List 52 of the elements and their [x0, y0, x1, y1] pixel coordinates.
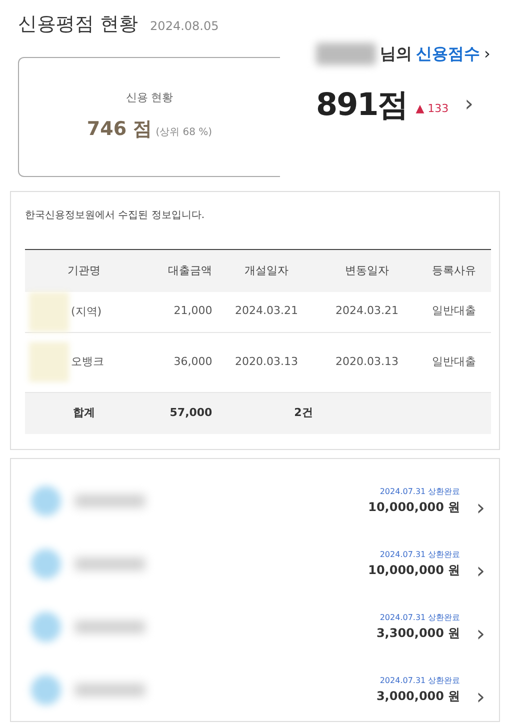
blurred-logo [29, 342, 69, 382]
blurred-text [75, 620, 145, 632]
column-header: 기관명 [25, 250, 143, 292]
total-cell: 2건 [216, 392, 317, 434]
status-text: 2024.07.31 상환완료 [378, 548, 460, 560]
credit-score: 891점 [316, 86, 408, 125]
amount-text: 10,000,000 원 [368, 498, 460, 516]
table-cell: 일반대출 [417, 332, 491, 392]
total-cell: 57,000 [142, 392, 216, 434]
blurred-icon [31, 674, 61, 704]
chevron-icon[interactable]: › [476, 498, 485, 520]
column-header: 개설일자 [216, 250, 317, 292]
blurred-text [75, 494, 145, 506]
status-text: 2024.07.31 상환완료 [378, 612, 460, 624]
info-note: 한국신용정보원에서 수집된 정보입니다. [25, 209, 206, 223]
amount-text: 3,300,000 원 [376, 624, 460, 642]
status-label: 신용 현황 [126, 90, 174, 106]
score-value: 746 점 [86, 118, 152, 140]
chevron-icon[interactable]: › [464, 94, 474, 116]
chevron-icon[interactable]: › [476, 686, 485, 708]
column-header: 변동일자 [316, 250, 418, 292]
table-cell: 2024.03.21 [216, 292, 317, 332]
blurred-name [316, 43, 376, 65]
score-change: ▲ 133 [416, 101, 449, 117]
chevron-icon[interactable]: › [476, 624, 485, 646]
blurred-text [75, 558, 145, 570]
table-cell: 36,000 [142, 332, 216, 392]
credit-score-link[interactable]: 신용점수 › [416, 42, 490, 66]
blurred-logo [29, 292, 69, 332]
table-cell: 2024.03.21 [316, 292, 418, 332]
blurred-icon [31, 548, 61, 578]
blurred-icon [31, 486, 61, 516]
status-text: 2024.07.31 상환완료 [378, 674, 460, 686]
date-text: 2024.08.05 [150, 19, 219, 33]
chevron-icon[interactable]: › [476, 560, 485, 582]
amount-text: 10,000,000 원 [368, 562, 460, 578]
blurred-text [75, 684, 145, 696]
table-cell: 일반대출 [417, 292, 491, 332]
table-cell: 21,000 [142, 292, 216, 332]
table-cell: 2020.03.13 [316, 332, 418, 392]
column-header: 대출금액 [142, 250, 216, 292]
column-header: 등록사유 [417, 250, 491, 292]
name-suffix: 님의 [380, 43, 412, 65]
blurred-icon [31, 612, 61, 642]
amount-text: 3,000,000 원 [376, 688, 460, 704]
total-cell: 합계 [25, 392, 143, 434]
institution-name: 오뱅크 [71, 355, 104, 368]
table-cell: 2020.03.13 [216, 332, 317, 392]
percentile-text: (상위 68 %) [156, 126, 212, 138]
status-text: 2024.07.31 상환완료 [378, 486, 460, 498]
panel-title: 신용평점 현황 [18, 13, 138, 35]
institution-name: (지역) [71, 304, 102, 318]
